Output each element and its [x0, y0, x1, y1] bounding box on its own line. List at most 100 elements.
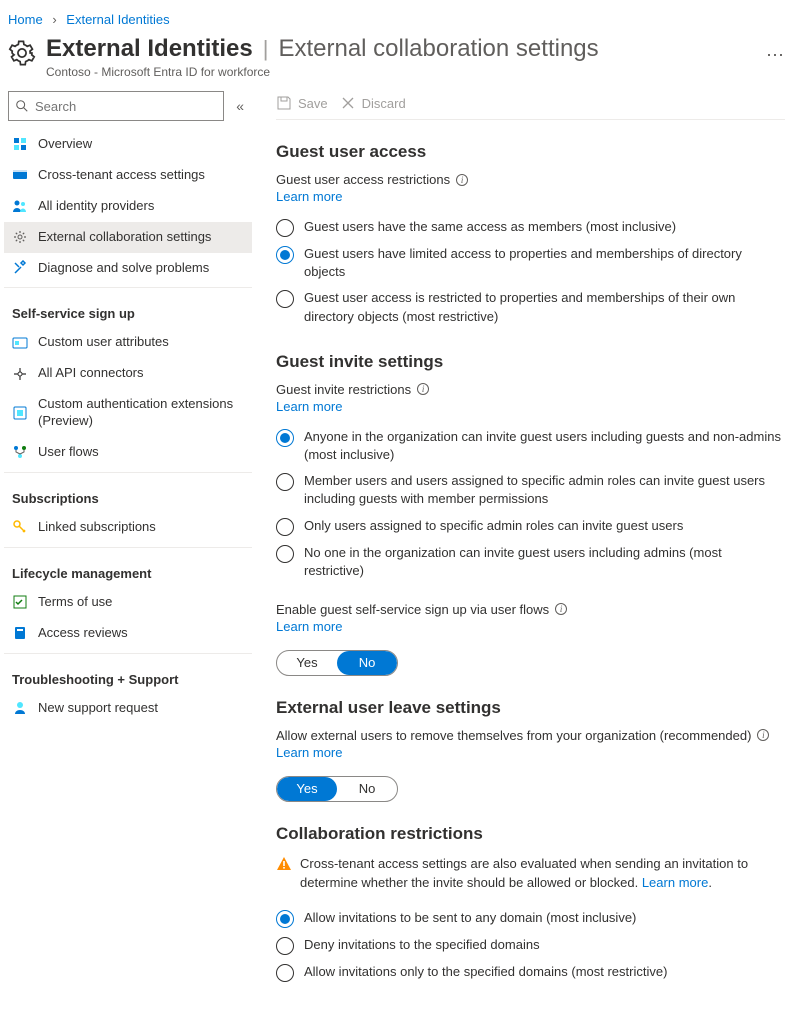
discard-button[interactable]: Discard [340, 95, 406, 111]
breadcrumb-external[interactable]: External Identities [66, 12, 169, 27]
sidebar-section-support: Troubleshooting + Support [4, 653, 252, 693]
sidebar-item-api-connectors[interactable]: All API connectors [4, 358, 252, 389]
leave-label: Allow external users to remove themselve… [276, 728, 785, 743]
collab-option-0[interactable]: Allow invitations to be sent to any doma… [276, 905, 785, 932]
info-icon[interactable]: i [456, 174, 468, 186]
sidebar-item-label: Diagnose and solve problems [38, 260, 209, 277]
radio-icon [276, 473, 294, 491]
info-icon[interactable]: i [417, 383, 429, 395]
toggle-no[interactable]: No [337, 777, 397, 801]
collab-option-1[interactable]: Deny invitations to the specified domain… [276, 932, 785, 959]
guest-access-restrictions-label: Guest user access restrictions i [276, 172, 785, 187]
sidebar-item-label: Overview [38, 136, 92, 153]
title-separator: | [263, 36, 269, 62]
sidebar-item-all-providers[interactable]: All identity providers [4, 191, 252, 222]
sidebar-item-label: All identity providers [38, 198, 154, 215]
sidebar-item-label: All API connectors [38, 365, 144, 382]
sidebar-item-cross-tenant[interactable]: Cross-tenant access settings [4, 160, 252, 191]
search-input-wrapper[interactable] [8, 91, 224, 121]
warning-icon [276, 856, 292, 872]
main-panel: Save Discard Guest user access Guest use… [256, 83, 793, 1010]
sidebar-item-label: Linked subscriptions [38, 519, 156, 536]
sidebar-item-external-collab[interactable]: External collaboration settings [4, 222, 252, 253]
guest-invite-option-3[interactable]: No one in the organization can invite gu… [276, 540, 785, 584]
radio-icon [276, 219, 294, 237]
sidebar-item-label: External collaboration settings [38, 229, 211, 246]
sidebar-item-overview[interactable]: Overview [4, 129, 252, 160]
page-title-bold: External Identities [46, 35, 253, 63]
guest-invite-learn-more-link[interactable]: Learn more [276, 399, 342, 414]
guest-access-option-1[interactable]: Guest users have limited access to prope… [276, 241, 785, 285]
radio-icon [276, 937, 294, 955]
collab-option-2[interactable]: Allow invitations only to the specified … [276, 959, 785, 986]
checklist-icon [12, 594, 28, 610]
sidebar-section-subs: Subscriptions [4, 472, 252, 512]
save-button[interactable]: Save [276, 95, 328, 111]
toggle-no[interactable]: No [337, 651, 397, 675]
leave-title: External user leave settings [276, 698, 785, 718]
save-icon [276, 95, 292, 111]
guest-invite-option-1[interactable]: Member users and users assigned to speci… [276, 468, 785, 512]
info-icon[interactable]: i [757, 729, 769, 741]
radio-label: Guest user access is restricted to prope… [304, 289, 785, 325]
guest-access-learn-more-link[interactable]: Learn more [276, 189, 342, 204]
gear-icon [8, 39, 36, 67]
wrench-icon [12, 260, 28, 276]
sidebar-item-label: New support request [38, 700, 158, 717]
breadcrumb: Home › External Identities [0, 0, 793, 35]
guest-invite-option-2[interactable]: Only users assigned to specific admin ro… [276, 513, 785, 540]
radio-label: Only users assigned to specific admin ro… [304, 517, 785, 535]
sidebar-item-user-flows[interactable]: User flows [4, 437, 252, 468]
sidebar-item-access-reviews[interactable]: Access reviews [4, 618, 252, 649]
people-icon [12, 198, 28, 214]
self-service-learn-more-link[interactable]: Learn more [276, 619, 342, 634]
sidebar-item-label: Cross-tenant access settings [38, 167, 205, 184]
gear-small-icon [12, 229, 28, 245]
connectors-icon [12, 366, 28, 382]
guest-access-option-2[interactable]: Guest user access is restricted to prope… [276, 285, 785, 329]
chevron-right-icon: › [52, 12, 56, 27]
guest-invite-option-0[interactable]: Anyone in the organization can invite gu… [276, 424, 785, 468]
sidebar-item-linked-subs[interactable]: Linked subscriptions [4, 512, 252, 543]
sidebar-item-terms[interactable]: Terms of use [4, 587, 252, 618]
radio-label: Allow invitations to be sent to any doma… [304, 909, 785, 927]
self-service-toggle[interactable]: Yes No [276, 650, 398, 676]
radio-label: Member users and users assigned to speci… [304, 472, 785, 508]
sidebar-item-label: User flows [38, 444, 99, 461]
toggle-yes[interactable]: Yes [277, 651, 337, 675]
card-icon [12, 335, 28, 351]
sidebar-item-diagnose[interactable]: Diagnose and solve problems [4, 253, 252, 284]
guest-access-title: Guest user access [276, 142, 785, 162]
sidebar-item-label: Custom authentication extensions (Previe… [38, 396, 244, 430]
radio-label: Allow invitations only to the specified … [304, 963, 785, 981]
self-service-signup-label: Enable guest self-service sign up via us… [276, 602, 785, 617]
more-icon[interactable]: ⋯ [766, 35, 785, 66]
sidebar-item-custom-attrs[interactable]: Custom user attributes [4, 327, 252, 358]
radio-label: Deny invitations to the specified domain… [304, 936, 785, 954]
radio-icon [276, 545, 294, 563]
discard-label: Discard [362, 96, 406, 111]
leave-toggle[interactable]: Yes No [276, 776, 398, 802]
flow-icon [12, 444, 28, 460]
search-input[interactable] [29, 99, 217, 114]
sidebar: « Overview Cross-tenant access settings … [0, 83, 256, 1010]
overview-icon [12, 136, 28, 152]
sidebar-item-custom-auth-ext[interactable]: Custom authentication extensions (Previe… [4, 389, 252, 437]
radio-label: No one in the organization can invite gu… [304, 544, 785, 580]
sidebar-item-support-request[interactable]: New support request [4, 693, 252, 724]
radio-icon [276, 910, 294, 928]
collapse-sidebar-button[interactable]: « [232, 94, 248, 118]
toolbar: Save Discard [276, 91, 785, 120]
page-header: External Identities | External collabora… [0, 35, 793, 83]
page-title-rest: External collaboration settings [278, 35, 598, 63]
sidebar-item-label: Custom user attributes [38, 334, 169, 351]
guest-access-option-0[interactable]: Guest users have the same access as memb… [276, 214, 785, 241]
collab-warning-learn-more-link[interactable]: Learn more [642, 875, 708, 890]
breadcrumb-home[interactable]: Home [8, 12, 43, 27]
guest-invite-restrictions-label: Guest invite restrictions i [276, 382, 785, 397]
radio-label: Anyone in the organization can invite gu… [304, 428, 785, 464]
support-icon [12, 700, 28, 716]
toggle-yes[interactable]: Yes [277, 777, 337, 801]
info-icon[interactable]: i [555, 603, 567, 615]
leave-learn-more-link[interactable]: Learn more [276, 745, 342, 760]
